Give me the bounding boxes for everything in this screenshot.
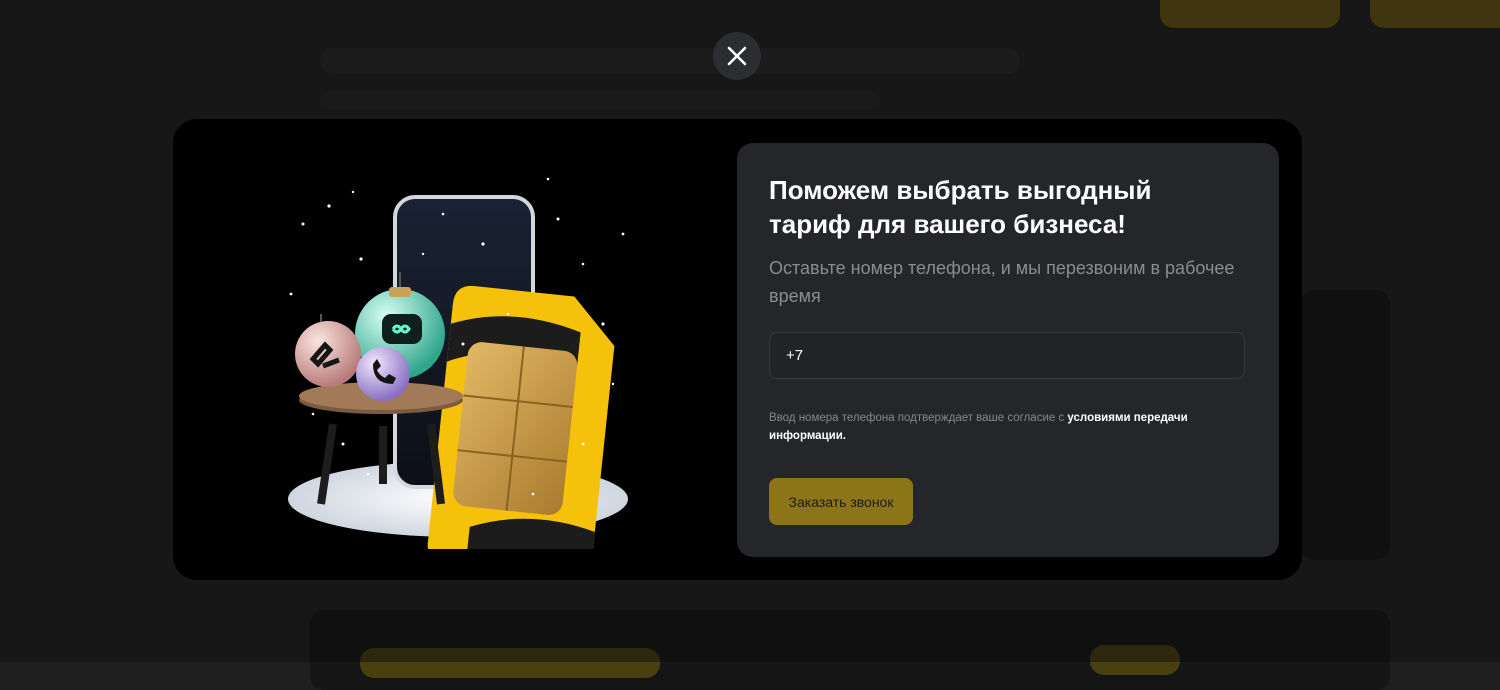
- phone-input[interactable]: [769, 332, 1245, 379]
- close-icon: [727, 46, 747, 66]
- consent-label: Ввод номера телефона подтверждает ваше с…: [769, 412, 1068, 424]
- request-call-button[interactable]: Заказать звонок: [769, 478, 913, 525]
- sim-card-phone-christmas-illustration: [288, 177, 628, 549]
- form-title: Поможем выбрать выгодный тариф для вашег…: [769, 175, 1152, 239]
- consent-text: Ввод номера телефона подтверждает ваше с…: [769, 409, 1249, 445]
- callback-form: Поможем выбрать выгодный тариф для вашег…: [737, 143, 1279, 557]
- callback-modal: Поможем выбрать выгодный тариф для вашег…: [173, 119, 1302, 580]
- form-subtitle: Оставьте номер телефона, и мы перезвоним…: [769, 258, 1235, 306]
- close-button[interactable]: [713, 32, 761, 80]
